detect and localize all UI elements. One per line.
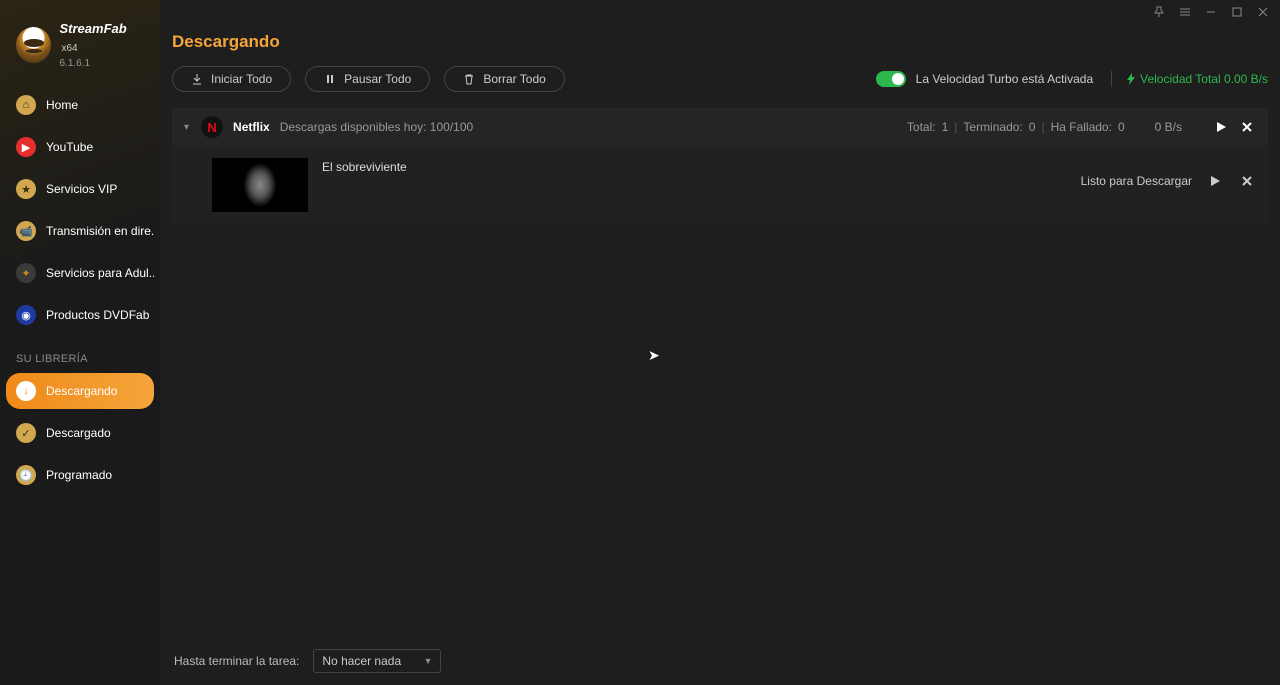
group-stats: Total: 1 | Terminado: 0 | Ha Fallado: 0 <box>907 120 1125 134</box>
main-area: Descargando Iniciar Todo Pausar Todo Bor… <box>160 0 1280 685</box>
home-icon: ⌂ <box>16 95 36 115</box>
sidebar-item-dvdfab[interactable]: ◉ Productos DVDFab <box>6 297 154 333</box>
item-thumbnail <box>212 158 308 212</box>
download-queue: ▾ N Netflix Descargas disponibles hoy: 1… <box>160 108 1280 224</box>
app-name: StreamFab <box>59 21 126 36</box>
footer-bar: Hasta terminar la tarea: No hacer nada ▼ <box>160 637 1280 685</box>
item-title: El sobreviviente <box>322 158 407 174</box>
sidebar-item-home[interactable]: ⌂ Home <box>6 87 154 123</box>
downloads-available: Descargas disponibles hoy: 100/100 <box>280 120 473 134</box>
collapse-toggle[interactable]: ▾ <box>184 122 189 133</box>
maximize-icon[interactable] <box>1230 5 1244 19</box>
minimize-icon[interactable] <box>1204 5 1218 19</box>
start-all-button[interactable]: Iniciar Todo <box>172 66 291 92</box>
schedule-icon: 🕘 <box>16 465 36 485</box>
sidebar-item-label: Servicios para Adul... <box>46 266 154 280</box>
adult-icon: ✦ <box>16 263 36 283</box>
group-rate: 0 B/s <box>1155 120 1182 134</box>
group-play-button[interactable] <box>1212 118 1230 136</box>
provider-name: Netflix <box>233 120 270 134</box>
group-remove-button[interactable] <box>1238 118 1256 136</box>
menu-icon[interactable] <box>1178 5 1192 19</box>
window-titlebar <box>160 0 1280 24</box>
sidebar-section-library: SU LIBRERÍA <box>0 339 160 373</box>
provider-group-header: ▾ N Netflix Descargas disponibles hoy: 1… <box>172 108 1268 146</box>
sidebar-item-downloaded[interactable]: ✓ Descargado <box>6 415 154 451</box>
sidebar-item-label: Descargando <box>46 384 117 398</box>
app-logo-row: StreamFab x64 6.1.6.1 <box>0 6 160 87</box>
nav-library: ↓ Descargando ✓ Descargado 🕘 Programado <box>0 373 160 499</box>
sidebar-item-label: Transmisión en dire... <box>46 224 154 238</box>
live-icon: 📹 <box>16 221 36 241</box>
pin-icon[interactable] <box>1152 5 1166 19</box>
sidebar-item-vip[interactable]: ★ Servicios VIP <box>6 171 154 207</box>
app-version: 6.1.6.1 <box>59 58 148 69</box>
netflix-icon: N <box>201 116 223 138</box>
vip-icon: ★ <box>16 179 36 199</box>
app-arch: x64 <box>61 43 77 54</box>
app-logo-icon <box>16 27 51 63</box>
sidebar-item-adult[interactable]: ✦ Servicios para Adul... <box>6 255 154 291</box>
sidebar-item-label: Descargado <box>46 426 111 440</box>
button-label: Borrar Todo <box>483 72 545 86</box>
total-speed: Velocidad Total 0.00 B/s <box>1126 72 1268 86</box>
sidebar-item-downloading[interactable]: ↓ Descargando <box>6 373 154 409</box>
turbo-label: La Velocidad Turbo está Activada <box>916 72 1093 86</box>
sidebar-item-live[interactable]: 📹 Transmisión en dire... <box>6 213 154 249</box>
download-icon: ↓ <box>16 381 36 401</box>
footer-label: Hasta terminar la tarea: <box>174 654 299 668</box>
sidebar-item-youtube[interactable]: ▶ YouTube <box>6 129 154 165</box>
sidebar-item-label: Programado <box>46 468 112 482</box>
nav-main: ⌂ Home ▶ YouTube ★ Servicios VIP 📹 Transmisi… <box>0 87 160 339</box>
divider <box>1111 71 1112 87</box>
after-task-select[interactable]: No hacer nada ▼ <box>313 649 441 673</box>
sidebar-item-label: YouTube <box>46 140 93 154</box>
downloaded-icon: ✓ <box>16 423 36 443</box>
stat-value: 1 <box>942 120 949 134</box>
button-label: Pausar Todo <box>344 72 411 86</box>
stat-value: 0 <box>1118 120 1125 134</box>
sidebar-item-scheduled[interactable]: 🕘 Programado <box>6 457 154 493</box>
turbo-toggle[interactable] <box>876 71 906 87</box>
sidebar: StreamFab x64 6.1.6.1 ⌂ Home ▶ YouTube ★ Se… <box>0 0 160 685</box>
pause-all-button[interactable]: Pausar Todo <box>305 66 430 92</box>
speed-value: Velocidad Total 0.00 B/s <box>1140 72 1268 86</box>
close-icon[interactable] <box>1256 5 1270 19</box>
sidebar-item-label: Servicios VIP <box>46 182 117 196</box>
item-play-button[interactable] <box>1206 172 1224 190</box>
button-label: Iniciar Todo <box>211 72 272 86</box>
select-value: No hacer nada <box>322 654 401 668</box>
youtube-icon: ▶ <box>16 137 36 157</box>
toolbar: Iniciar Todo Pausar Todo Borrar Todo La … <box>160 66 1280 108</box>
sidebar-item-label: Home <box>46 98 78 112</box>
item-remove-button[interactable] <box>1238 172 1256 190</box>
stat-label: Terminado: <box>963 120 1022 134</box>
download-item: El sobreviviente Listo para Descargar <box>172 146 1268 224</box>
dvd-icon: ◉ <box>16 305 36 325</box>
stat-label: Ha Fallado: <box>1051 120 1112 134</box>
item-status: Listo para Descargar <box>1081 174 1192 188</box>
page-title: Descargando <box>160 24 1280 66</box>
sidebar-item-label: Productos DVDFab <box>46 308 149 322</box>
delete-all-button[interactable]: Borrar Todo <box>444 66 564 92</box>
chevron-down-icon: ▼ <box>423 656 432 666</box>
stat-value: 0 <box>1029 120 1036 134</box>
stat-label: Total: <box>907 120 936 134</box>
